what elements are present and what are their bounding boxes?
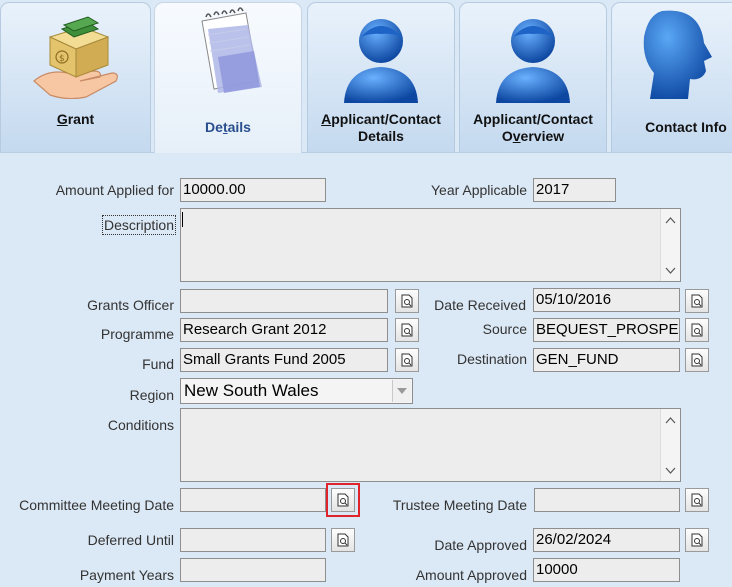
lookup-icon (691, 323, 703, 337)
amount-approved-label: Amount Approved (415, 567, 527, 583)
source-input[interactable]: BEQUEST_PROSPECT (533, 318, 680, 342)
destination-label: Destination (456, 351, 527, 367)
conditions-scrollbar[interactable] (660, 409, 680, 481)
committee-meeting-input[interactable] (180, 488, 326, 512)
person-icon (496, 19, 570, 103)
scroll-up-icon[interactable] (661, 411, 680, 429)
lookup-icon (691, 533, 703, 547)
description-label: Description (101, 215, 176, 235)
tab-contact-info-label: Contact Info (645, 119, 727, 135)
year-applicable-input[interactable]: 2017 (533, 178, 616, 202)
amount-applied-input[interactable]: 10000.00 (180, 178, 326, 202)
trustee-meeting-label: Trustee Meeting Date (392, 497, 527, 513)
text-caret (182, 212, 183, 227)
region-label: Region (129, 387, 174, 403)
payment-years-input[interactable] (180, 558, 326, 582)
description-scrollbar[interactable] (660, 209, 680, 281)
programme-lookup-button[interactable] (395, 318, 419, 342)
fund-input[interactable]: Small Grants Fund 2005 (180, 348, 388, 372)
tab-details[interactable]: Details (154, 2, 302, 153)
source-label: Source (482, 321, 527, 337)
head-profile-icon (643, 10, 712, 100)
lookup-icon (401, 353, 413, 367)
lookup-icon (337, 493, 349, 507)
date-received-label: Date Received (434, 297, 526, 313)
region-dropdown-button[interactable] (392, 380, 411, 402)
grant-box-icon: $ (32, 16, 118, 99)
lookup-icon (691, 294, 703, 308)
grants-officer-input[interactable] (180, 289, 388, 313)
destination-input[interactable]: GEN_FUND (533, 348, 680, 372)
tab-applicant-contact-overview[interactable]: Applicant/Contact Overview (459, 2, 607, 152)
scroll-down-icon[interactable] (661, 461, 680, 479)
tab-bar: $ Grant Details Applicant/Contact Detail… (0, 0, 732, 153)
tab-contact-info[interactable]: Contact Info (611, 2, 732, 152)
lookup-icon (337, 533, 349, 547)
programme-label: Programme (100, 326, 174, 342)
conditions-label: Conditions (107, 417, 174, 433)
lookup-icon (691, 353, 703, 367)
description-textarea[interactable] (180, 208, 681, 282)
amount-applied-label: Amount Applied for (55, 182, 174, 198)
source-lookup-button[interactable] (685, 318, 709, 342)
grants-officer-lookup-button[interactable] (395, 289, 419, 313)
programme-input[interactable]: Research Grant 2012 (180, 318, 388, 342)
region-select[interactable]: New South Wales (180, 378, 413, 404)
chevron-down-icon (397, 388, 407, 394)
date-received-input[interactable]: 05/10/2016 (533, 288, 680, 312)
lookup-icon (401, 323, 413, 337)
fund-lookup-button[interactable] (395, 348, 419, 372)
notepad-icon (201, 7, 262, 93)
lookup-icon (691, 493, 703, 507)
conditions-textarea[interactable] (180, 408, 681, 482)
tab-grant[interactable]: $ Grant (0, 2, 151, 152)
destination-lookup-button[interactable] (685, 348, 709, 372)
date-received-lookup-button[interactable] (685, 289, 709, 313)
trustee-meeting-input[interactable] (534, 488, 680, 512)
deferred-until-date-button[interactable] (331, 528, 355, 552)
committee-meeting-date-button[interactable] (326, 483, 360, 517)
trustee-meeting-date-button[interactable] (685, 488, 709, 512)
deferred-until-input[interactable] (180, 528, 326, 552)
amount-approved-input[interactable]: 10000 (533, 558, 680, 582)
svg-text:$: $ (59, 54, 65, 64)
lookup-icon (401, 294, 413, 308)
committee-meeting-label: Committee Meeting Date (19, 497, 174, 513)
date-approved-input[interactable]: 26/02/2024 (533, 528, 680, 552)
fund-label: Fund (142, 356, 174, 372)
person-icon (344, 19, 418, 103)
date-approved-date-button[interactable] (685, 528, 709, 552)
year-applicable-label: Year Applicable (430, 182, 527, 198)
grants-officer-label: Grants Officer (87, 297, 174, 313)
date-approved-label: Date Approved (434, 537, 527, 553)
scroll-down-icon[interactable] (661, 261, 680, 279)
payment-years-label: Payment Years (79, 567, 174, 583)
deferred-until-label: Deferred Until (87, 532, 174, 548)
region-selected-value: New South Wales (184, 381, 319, 400)
scroll-up-icon[interactable] (661, 211, 680, 229)
tab-applicant-contact-details[interactable]: Applicant/Contact Details (307, 2, 455, 152)
